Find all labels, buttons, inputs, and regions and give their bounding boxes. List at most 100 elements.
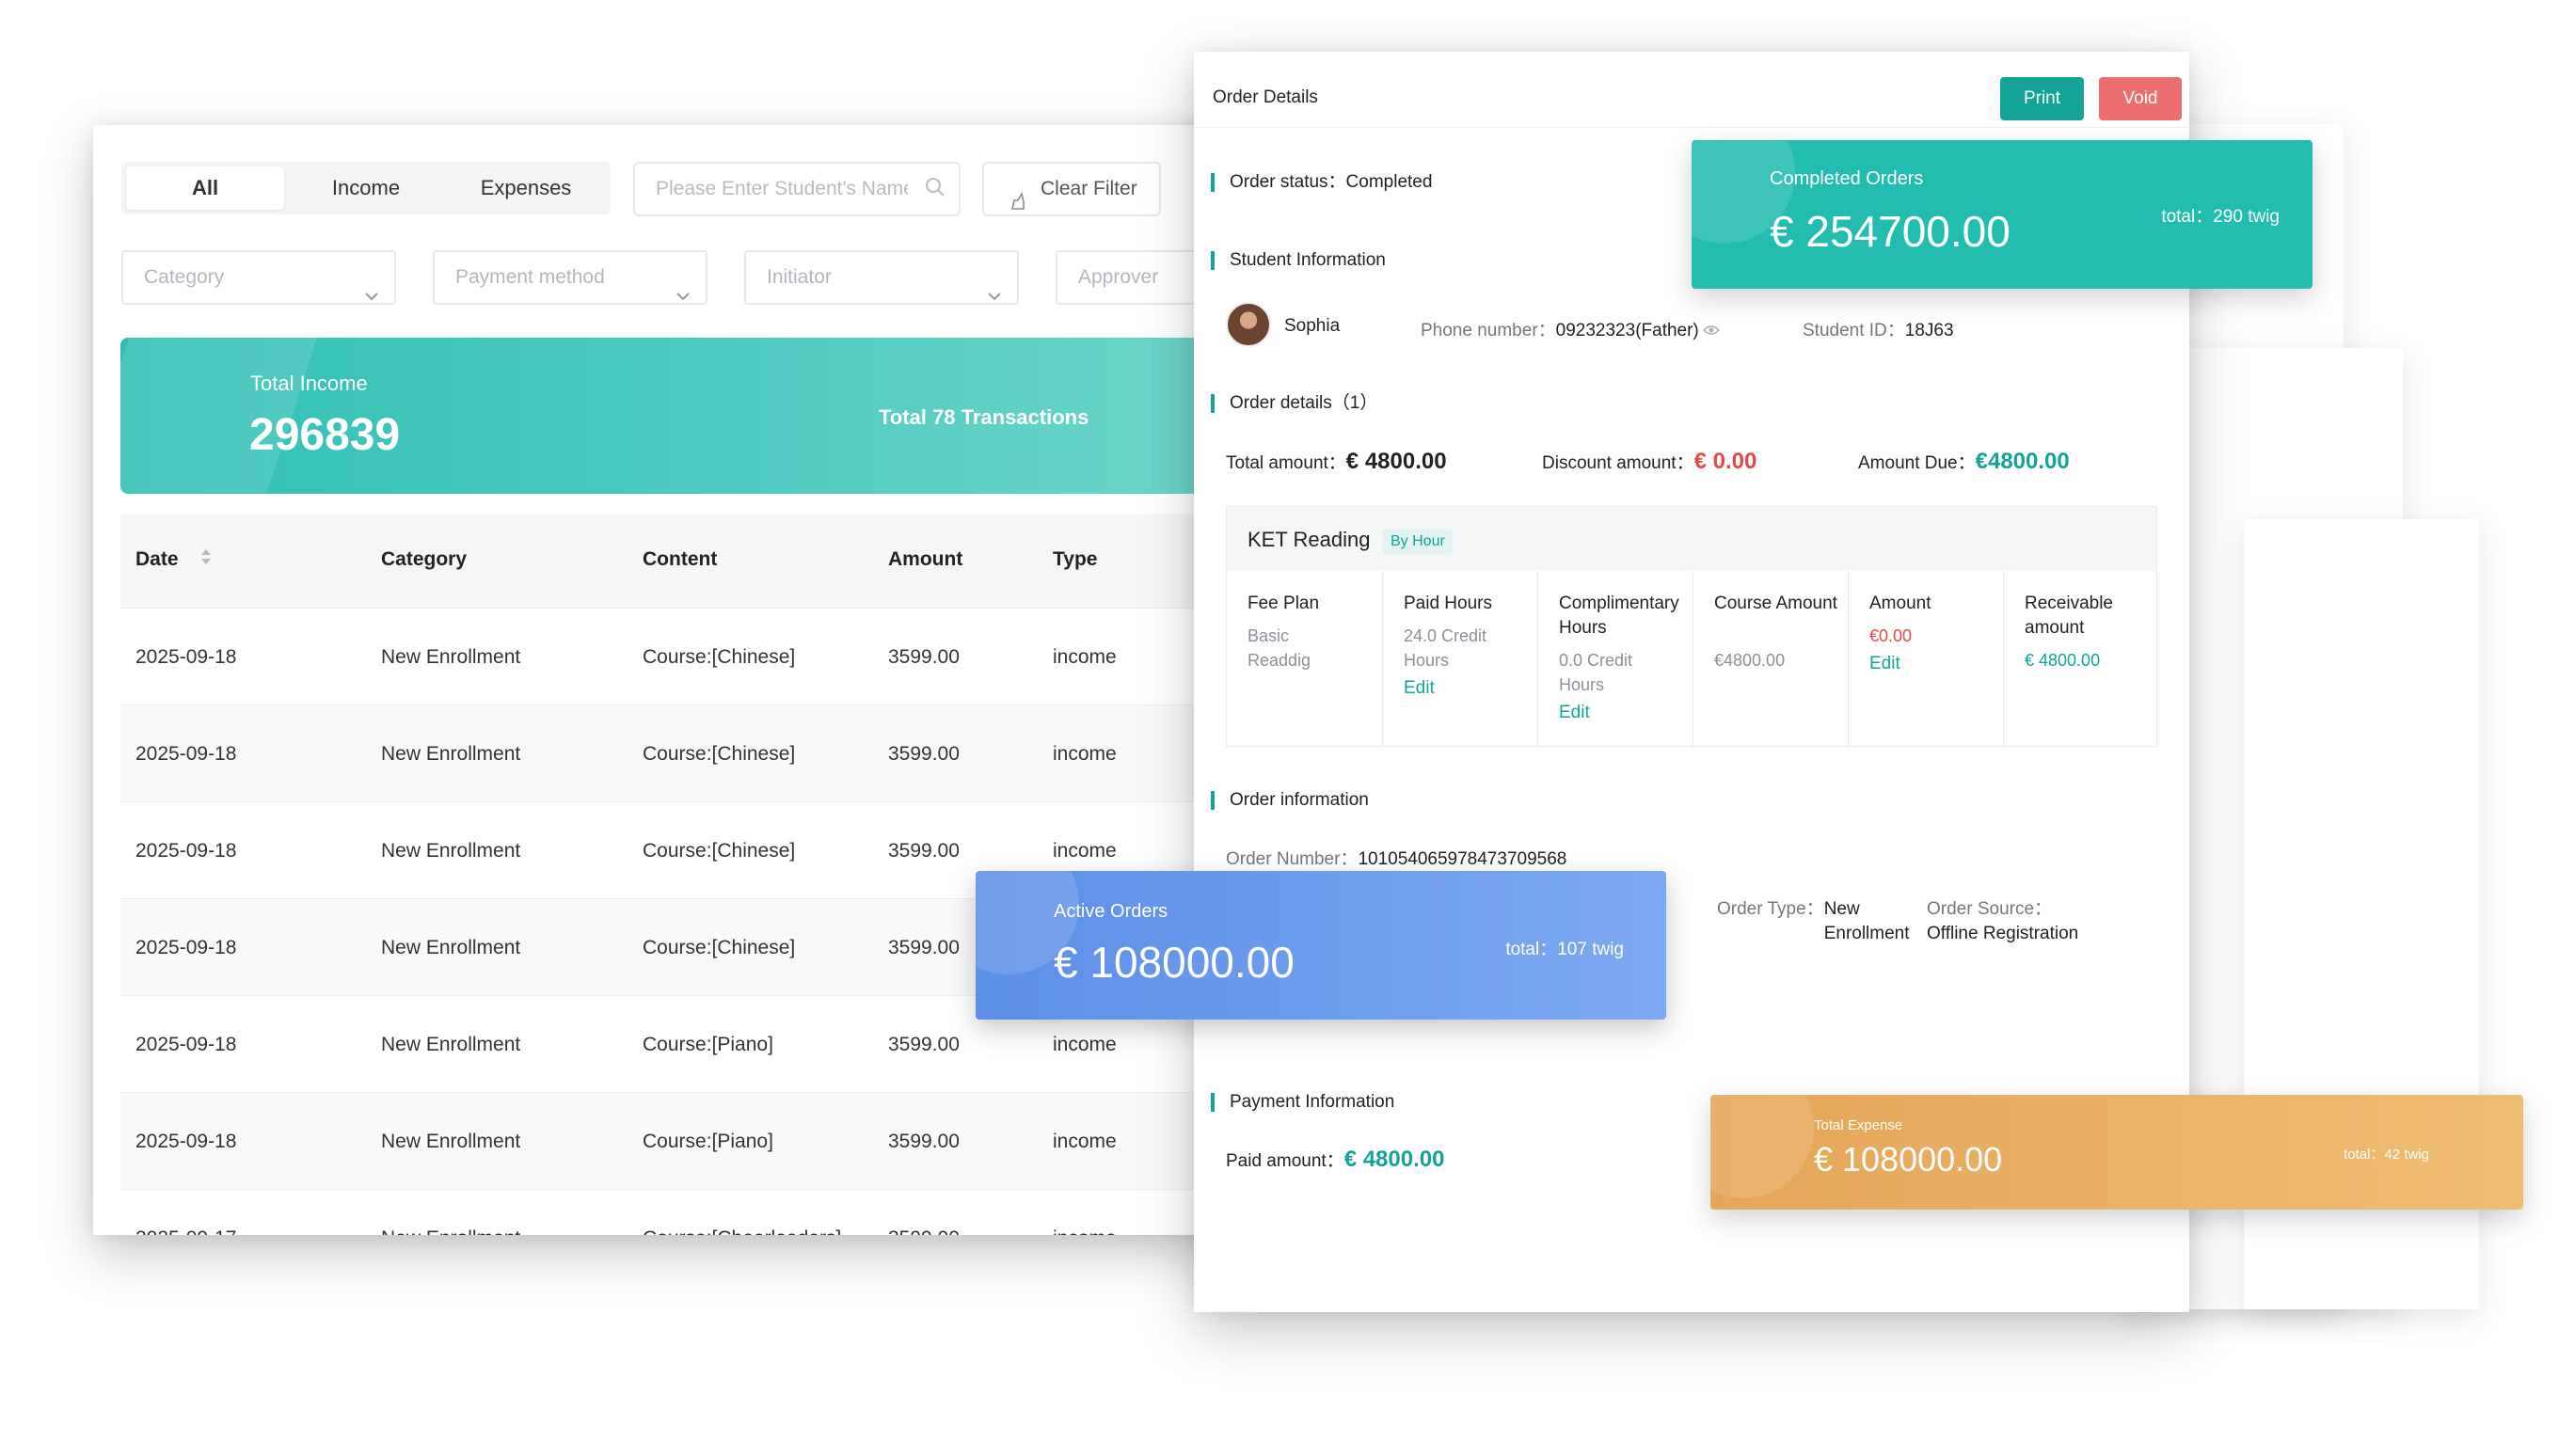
course-column-header: Amount — [1869, 593, 1931, 613]
date-cell: 2025-09-18 — [135, 646, 237, 668]
total-expense-label: Total Expense — [1814, 1117, 1903, 1133]
content-cell: Course:[Chinese] — [643, 743, 796, 765]
tab-income[interactable]: Income — [287, 166, 445, 210]
clear-filter-button[interactable]: Clear Filter — [982, 162, 1161, 216]
edit-link[interactable]: Edit — [1404, 678, 1435, 699]
amount-cell: 3599.00 — [888, 840, 960, 862]
table-row[interactable]: 2025-09-17 New Enrollment Course:[Cheerlea… — [120, 1190, 1232, 1235]
course-header: KET Reading By Hour — [1227, 507, 2156, 571]
order-source: Order Source： Offline Registration — [1927, 899, 2079, 943]
student-id: Student ID：18J63 — [1803, 321, 1954, 340]
card-decoration — [1710, 1095, 1814, 1198]
sort-icon[interactable] — [199, 546, 213, 573]
course-name: KET Reading — [1248, 528, 1371, 551]
total-expense-card: Total Expense € 108000.00 total：42 twig — [1710, 1095, 2523, 1210]
course-column-header: Paid Hours — [1404, 593, 1492, 613]
tab-expenses[interactable]: Expenses — [447, 166, 605, 210]
col-content: Content — [643, 548, 718, 570]
type-segmented-control: All Income Expenses — [121, 162, 611, 214]
course-column-value: €0.00 — [1869, 626, 1913, 645]
total-amount: Total amount：€ 4800.00 — [1226, 449, 1447, 474]
completed-orders-value: € 254700.00 — [1770, 207, 2011, 256]
table-row[interactable]: 2025-09-18 New Enrollment Course:[Chinese]… — [120, 609, 1232, 705]
category-placeholder: Category — [144, 266, 225, 288]
date-cell: 2025-09-18 — [135, 1034, 237, 1055]
date-cell: 2025-09-18 — [135, 840, 237, 862]
course-column-value: Basic Readdig — [1248, 626, 1311, 670]
initiator-select[interactable]: Initiator — [744, 250, 1019, 305]
print-button[interactable]: Print — [2000, 77, 2084, 120]
col-amount: Amount — [888, 548, 963, 570]
course-column: Amount €0.00 Edit — [1849, 571, 2004, 748]
category-cell: New Enrollment — [381, 1034, 521, 1055]
order-info-heading: Order information — [1211, 791, 1369, 810]
table-header: Date Category Content Amount Type — [120, 514, 1232, 609]
tab-all[interactable]: All — [126, 166, 284, 210]
completed-orders-card: Completed Orders € 254700.00 total：290 t… — [1692, 140, 2313, 289]
content-cell: Course:[Chinese] — [643, 937, 796, 958]
total-expense-value: € 108000.00 — [1814, 1140, 2003, 1179]
category-select[interactable]: Category — [121, 250, 396, 305]
payment-method-select[interactable]: Payment method — [433, 250, 707, 305]
transactions-count: Total 78 Transactions — [879, 405, 1089, 429]
content-cell: Course:[Piano] — [643, 1034, 773, 1055]
billing-badge: By Hour — [1383, 530, 1453, 554]
date-cell: 2025-09-18 — [135, 743, 237, 765]
total-income-value: 296839 — [249, 410, 401, 460]
broom-icon — [1010, 180, 1029, 230]
initiator-placeholder: Initiator — [767, 266, 832, 288]
eye-icon[interactable] — [1702, 321, 1720, 341]
category-cell: New Enrollment — [381, 1227, 520, 1235]
order-details-title: Order Details — [1213, 87, 1318, 107]
category-cell: New Enrollment — [381, 840, 521, 862]
void-button[interactable]: Void — [2099, 77, 2182, 120]
student-name: Sophia — [1284, 316, 1341, 336]
completed-orders-label: Completed Orders — [1770, 168, 1924, 189]
total-income-banner: Total Income 296839 Total 78 Transaction… — [120, 338, 1232, 494]
course-column: Paid Hours 24.0 Credit Hours Edit — [1383, 571, 1538, 748]
active-orders-label: Active Orders — [1054, 901, 1168, 922]
category-cell: New Enrollment — [381, 937, 521, 958]
paid-amount: Paid amount：€ 4800.00 — [1226, 1147, 1445, 1172]
col-date[interactable]: Date — [135, 548, 211, 571]
search-input[interactable] — [635, 164, 908, 214]
edit-link[interactable]: Edit — [1559, 703, 1590, 723]
type-cell: income — [1053, 1034, 1117, 1055]
amount-cell: 3599.00 — [888, 937, 960, 958]
search-icon[interactable] — [925, 177, 946, 202]
header-divider — [1194, 127, 2189, 128]
avatar — [1226, 302, 1271, 347]
course-column-value: 24.0 Credit Hours — [1404, 626, 1487, 670]
table-row[interactable]: 2025-09-18 New Enrollment Course:[Chinese]… — [120, 705, 1232, 802]
date-cell: 2025-09-17 — [135, 1227, 236, 1235]
course-column-value: € 4800.00 — [2025, 651, 2101, 670]
discount-amount: Discount amount：€ 0.00 — [1542, 449, 1757, 474]
total-income-label: Total Income — [250, 372, 368, 395]
amount-cell: 3599.00 — [888, 743, 960, 765]
category-cell: New Enrollment — [381, 743, 521, 765]
course-column-header: Course Amount — [1714, 593, 1837, 613]
content-cell: Course:[Piano] — [643, 1131, 773, 1152]
active-orders-total: total：107 twig — [1505, 940, 1624, 959]
category-cell: New Enrollment — [381, 1131, 521, 1152]
table-row[interactable]: 2025-09-18 New Enrollment Course:[Piano] 35… — [120, 1093, 1232, 1190]
col-category: Category — [381, 548, 468, 570]
phone-number: Phone number：09232323(Father) — [1421, 316, 1720, 341]
course-column-header: Receivable amount — [2025, 593, 2113, 638]
amount-cell: 3599.00 — [888, 1227, 960, 1235]
active-orders-card: Active Orders € 108000.00 total：107 twig — [976, 871, 1666, 1020]
amount-cell: 3599.00 — [888, 646, 960, 668]
clear-filter-label: Clear Filter — [1041, 178, 1137, 199]
type-cell: income — [1053, 743, 1117, 765]
amount-due: Amount Due：€4800.00 — [1858, 449, 2070, 474]
course-line-item: KET Reading By Hour Fee Plan Basic Readdi… — [1226, 506, 2157, 748]
edit-link[interactable]: Edit — [1869, 654, 1900, 674]
payment-method-placeholder: Payment method — [455, 266, 605, 288]
col-type: Type — [1053, 548, 1098, 570]
course-column: Complimentary Hours 0.0 Credit Hours Edit — [1538, 571, 1693, 748]
course-column-header: Fee Plan — [1248, 593, 1320, 613]
content-cell: Course:[Chinese] — [643, 840, 796, 862]
course-column: Course Amount €4800.00 — [1693, 571, 1849, 748]
course-column-header: Complimentary Hours — [1559, 593, 1679, 638]
approver-placeholder: Approver — [1078, 266, 1159, 288]
